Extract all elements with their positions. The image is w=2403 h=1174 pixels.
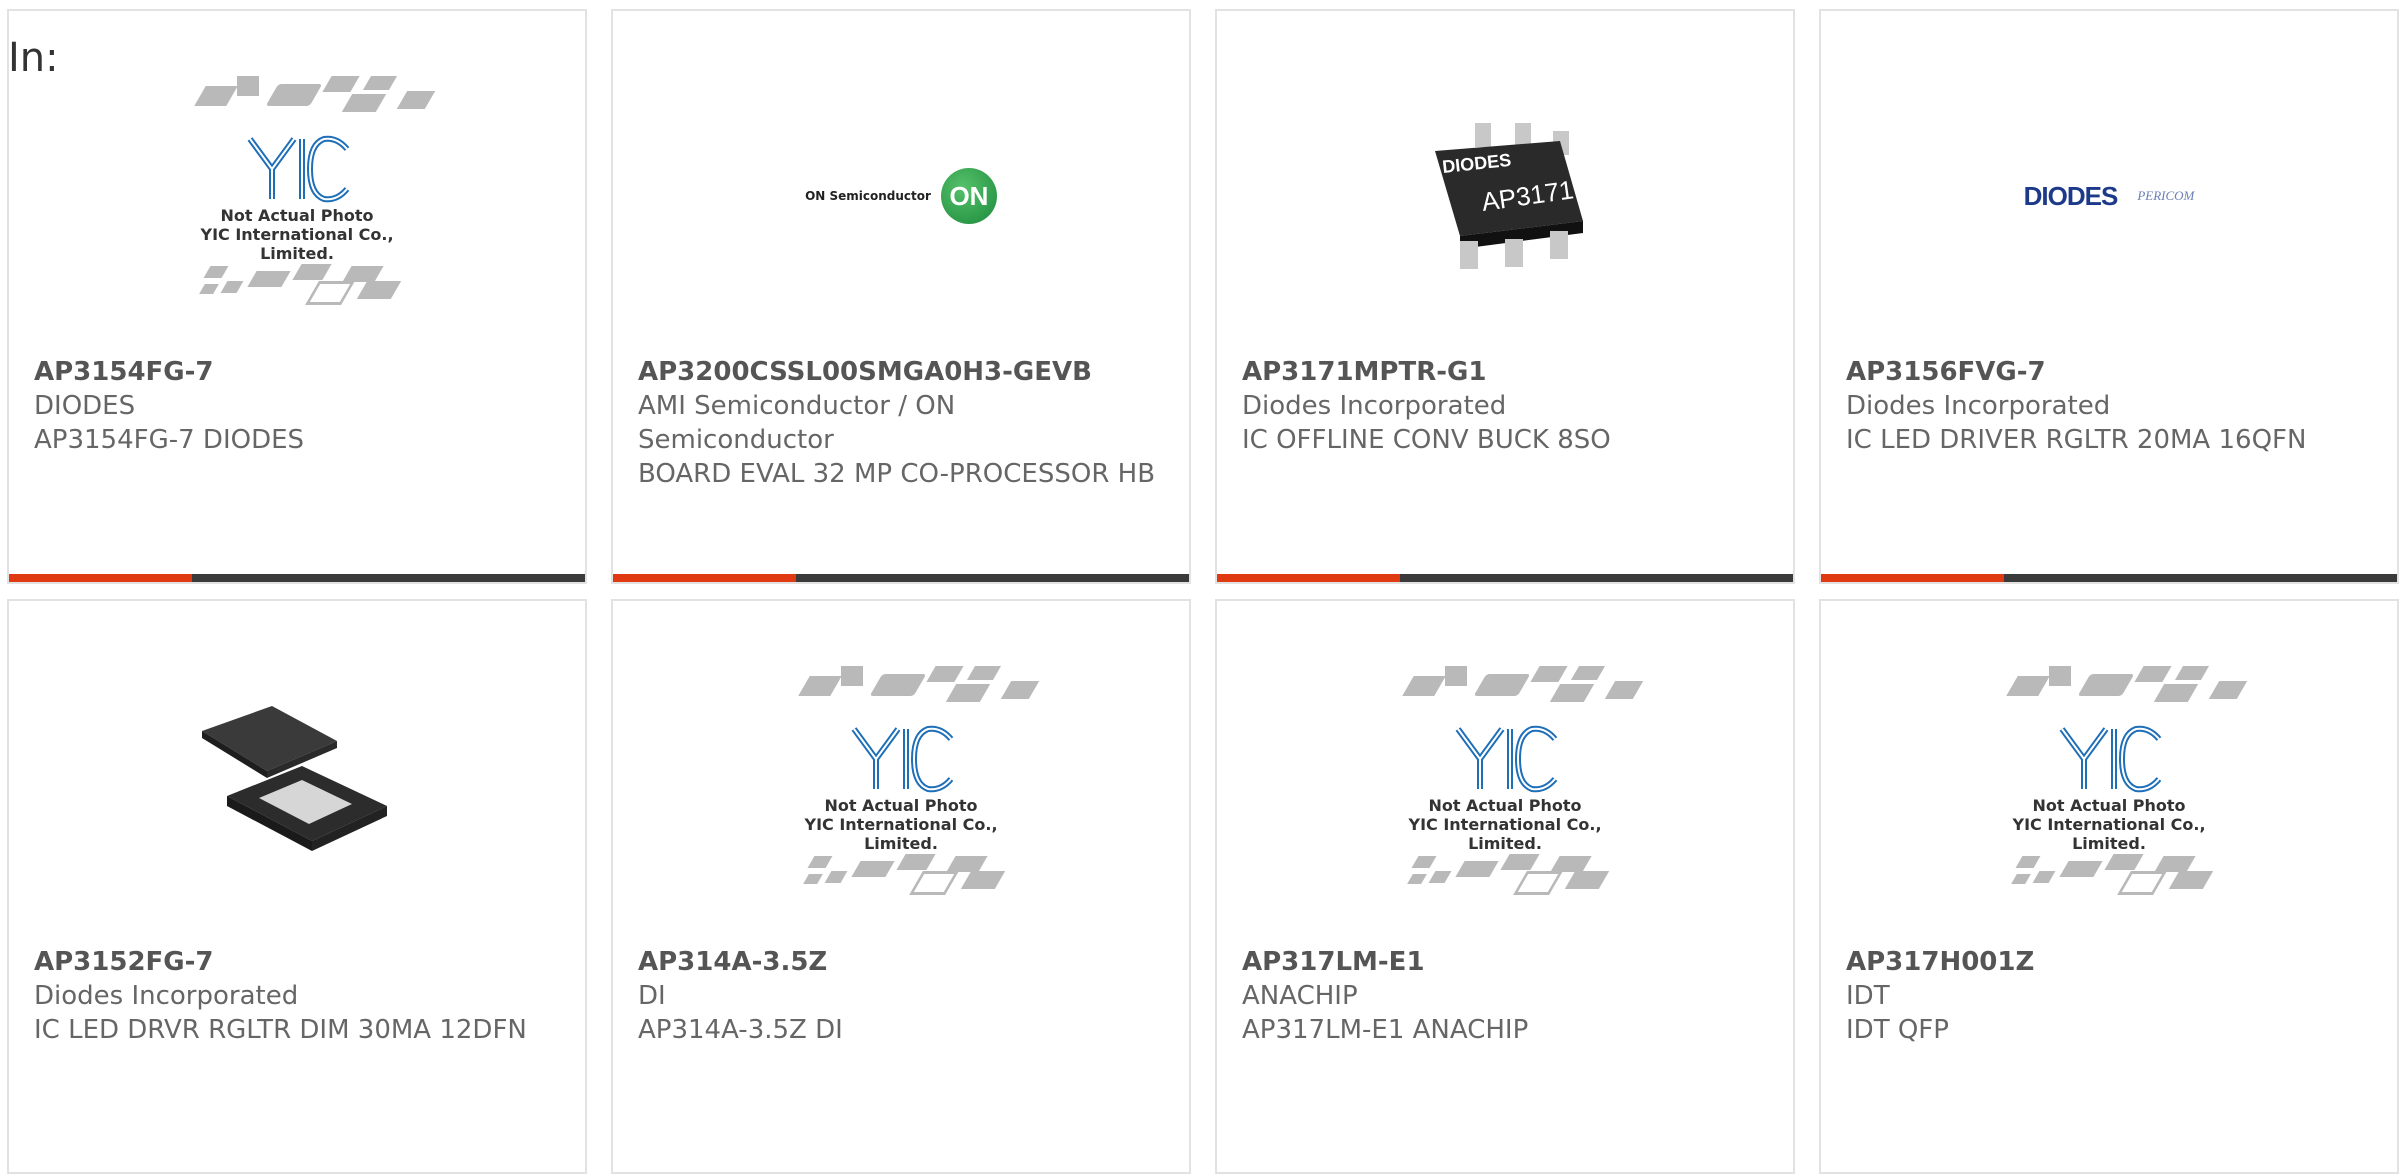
diodes-pericom-logo-icon: DIODES PERICOM <box>2024 181 2195 212</box>
dfn-chip-icon <box>202 706 387 851</box>
product-card[interactable]: AP3152FG-7 Diodes Incorporated IC LED DR… <box>7 599 587 1174</box>
product-image: DIODES AP3171 <box>1217 31 1793 361</box>
product-card[interactable]: ON Semiconductor ON AP3200CSSL00SMGA0H3-… <box>611 9 1191 584</box>
manufacturer: AMI Semiconductor / ON Semiconductor <box>638 391 956 455</box>
product-card[interactable]: Not Actual Photo YIC International Co., L… <box>7 9 587 584</box>
card-bar <box>613 574 1189 582</box>
placeholder-line2: YIC International Co., Limited. <box>1408 815 1602 853</box>
yic-logo-icon <box>1455 725 1558 793</box>
product-image: ON Semiconductor ON <box>613 31 1189 361</box>
manufacturer: Diodes Incorporated <box>1242 391 1507 421</box>
part-number[interactable]: AP314A-3.5Z <box>638 945 1159 979</box>
placeholder-line2: YIC International Co., Limited. <box>804 815 998 853</box>
product-card[interactable]: Not Actual Photo YIC International Co., L… <box>1215 599 1795 1174</box>
card-bar <box>1821 574 2397 582</box>
placeholder-line1: Not Actual Photo <box>824 796 978 815</box>
card-bar <box>1217 574 1793 582</box>
product-image: Not Actual Photo YIC International Co., L… <box>1821 621 2397 951</box>
yic-logo-icon <box>851 725 954 793</box>
yic-logo-icon <box>2059 725 2162 793</box>
product-card[interactable]: Not Actual Photo YIC International Co., L… <box>1819 599 2399 1174</box>
description: IC OFFLINE CONV BUCK 8SO <box>1242 425 1611 455</box>
placeholder-image: Not Actual Photo YIC International Co., L… <box>162 76 436 316</box>
placeholder-line1: Not Actual Photo <box>1428 796 1582 815</box>
part-number[interactable]: AP317H001Z <box>1846 945 2367 979</box>
product-card[interactable]: Not Actual Photo YIC International Co., L… <box>611 599 1191 1174</box>
placeholder-image: Not Actual Photo YIC International Co., L… <box>766 666 1040 906</box>
on-semiconductor-logo-text: ON Semiconductor <box>805 189 931 203</box>
part-number[interactable]: AP317LM-E1 <box>1242 945 1763 979</box>
product-card[interactable]: DIODES AP3171 AP3171MPTR-G1 Diodes Incor… <box>1215 9 1795 584</box>
description: AP314A-3.5Z DI <box>638 1015 843 1045</box>
sot-chip-icon: DIODES AP3171 <box>1435 123 1583 269</box>
part-number[interactable]: AP3200CSSL00SMGA0H3-GEVB <box>638 355 1159 389</box>
diodes-logo-text: DIODES <box>2023 180 2119 211</box>
placeholder-line1: Not Actual Photo <box>2032 796 2186 815</box>
description: BOARD EVAL 32 MP CO-PROCESSOR HB <box>638 459 1156 489</box>
manufacturer: DIODES <box>34 391 136 421</box>
yic-logo-icon <box>247 135 350 203</box>
manufacturer: ANACHIP <box>1242 981 1358 1011</box>
product-card[interactable]: DIODES PERICOM AP3156FVG-7 Diodes Incorp… <box>1819 9 2399 584</box>
product-image <box>9 621 585 951</box>
placeholder-line2: YIC International Co., Limited. <box>200 225 394 263</box>
placeholder-line2: YIC International Co., Limited. <box>2012 815 2206 853</box>
on-semiconductor-logo-icon: ON Semiconductor ON <box>805 168 997 224</box>
placeholder-image: Not Actual Photo YIC International Co., L… <box>1370 666 1644 906</box>
product-image: Not Actual Photo YIC International Co., L… <box>613 621 1189 951</box>
manufacturer: DI <box>638 981 666 1011</box>
on-logo-circle: ON <box>940 168 997 224</box>
description: IC LED DRVR RGLTR DIM 30MA 12DFN <box>34 1015 527 1045</box>
product-image: Not Actual Photo YIC International Co., L… <box>1217 621 1793 951</box>
description: IC LED DRIVER RGLTR 20MA 16QFN <box>1846 425 2307 455</box>
product-image: DIODES PERICOM <box>1821 31 2397 361</box>
manufacturer: Diodes Incorporated <box>1846 391 2111 421</box>
placeholder-line1: Not Actual Photo <box>220 206 374 225</box>
manufacturer: IDT <box>1846 981 1890 1011</box>
part-number[interactable]: AP3152FG-7 <box>34 945 555 979</box>
description: IDT QFP <box>1846 1015 1949 1045</box>
manufacturer: Diodes Incorporated <box>34 981 299 1011</box>
pericom-logo-text: PERICOM <box>2137 188 2195 203</box>
part-number[interactable]: AP3154FG-7 <box>34 355 555 389</box>
product-image: Not Actual Photo YIC International Co., L… <box>9 31 585 361</box>
card-bar <box>9 574 585 582</box>
filter-in-label: In: <box>8 35 59 81</box>
part-number[interactable]: AP3171MPTR-G1 <box>1242 355 1763 389</box>
part-number[interactable]: AP3156FVG-7 <box>1846 355 2367 389</box>
placeholder-image: Not Actual Photo YIC International Co., L… <box>1974 666 2248 906</box>
description: AP3154FG-7 DIODES <box>34 425 305 455</box>
description: AP317LM-E1 ANACHIP <box>1242 1015 1529 1045</box>
